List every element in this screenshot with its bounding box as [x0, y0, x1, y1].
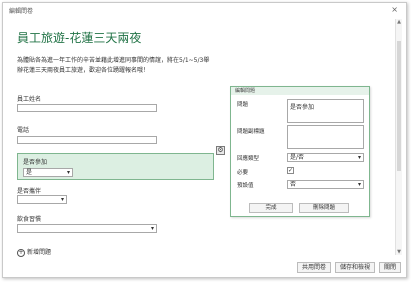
subtitle-input[interactable] — [287, 125, 364, 149]
done-button[interactable]: 完成 — [249, 203, 293, 213]
scrollbar[interactable]: ▲ ▼ — [395, 19, 402, 255]
close-button[interactable]: 關閉 — [379, 262, 401, 273]
chevron-down-icon: ▾ — [66, 169, 70, 176]
response-type-label: 回應類型 — [237, 156, 260, 162]
save-and-view-button[interactable]: 儲存和檢視 — [335, 262, 375, 273]
diet-label: 飲食習慣 — [17, 216, 42, 223]
titlebar: 編輯問卷 × — [3, 3, 406, 17]
plus-icon: + — [17, 248, 25, 257]
chevron-down-icon: ▾ — [150, 225, 154, 232]
attend-select[interactable]: 是 ▾ — [23, 168, 73, 177]
attend-label: 是否參加 — [23, 159, 48, 166]
default-value-value: 否 — [290, 181, 297, 188]
question-editor-panel: 編輯問題 問題 是否參加 問題副標題 回應類型 是/否 ▾ 必要 ✓ 預設值 否… — [230, 86, 370, 217]
employee-name-input[interactable] — [17, 104, 157, 112]
phone-label: 電話 — [17, 127, 30, 134]
question-label: 問題 — [237, 102, 249, 108]
editor-header: 編輯問題 — [231, 87, 369, 95]
share-survey-button[interactable]: 共用問卷 — [297, 262, 331, 273]
survey-description: 為體貼各為進一年工作的辛苦並藉此增進同事間的情誼，將在5/1~5/3舉辦花蓮三天… — [17, 57, 210, 74]
required-checkbox[interactable]: ✓ — [287, 167, 294, 174]
question-text-input[interactable]: 是否參加 — [287, 99, 364, 123]
phone-input[interactable] — [17, 136, 157, 144]
chevron-down-icon: ▾ — [357, 154, 361, 161]
default-value-label: 預設值 — [237, 183, 254, 189]
subtitle-label: 問題副標題 — [237, 129, 265, 135]
add-question-label: 新增問題 — [27, 249, 52, 256]
scroll-down-icon[interactable]: ▼ — [396, 249, 402, 255]
delete-question-button[interactable]: 刪除問題 — [299, 203, 349, 213]
gear-icon[interactable]: ⚙ — [216, 146, 225, 155]
chevron-down-icon: ▾ — [60, 196, 64, 203]
edit-survey-dialog: 編輯問卷 × 員工旅遊-花蓮三天兩夜 為體貼各為進一年工作的辛苦並藉此增進同事間… — [2, 2, 407, 278]
close-icon[interactable]: × — [391, 5, 398, 14]
diet-select[interactable]: ▾ — [17, 224, 157, 233]
attend-select-value: 是 — [26, 169, 33, 176]
window-title: 編輯問卷 — [9, 8, 34, 15]
add-question-button[interactable]: + 新增問題 — [17, 247, 51, 257]
response-type-value: 是/否 — [290, 154, 305, 161]
selected-question-attend[interactable]: 是否參加 是 ▾ — [17, 153, 214, 180]
family-select[interactable]: ▾ — [17, 195, 67, 204]
chevron-down-icon: ▾ — [357, 181, 361, 188]
scroll-up-icon[interactable]: ▲ — [396, 19, 402, 25]
survey-title: 員工旅遊-花蓮三天兩夜 — [17, 31, 142, 45]
scrollbar-thumb[interactable] — [397, 41, 401, 171]
employee-name-label: 員工姓名 — [17, 96, 42, 103]
response-type-select[interactable]: 是/否 ▾ — [287, 153, 364, 162]
family-label: 是否攜伴 — [17, 188, 42, 195]
default-value-select[interactable]: 否 ▾ — [287, 180, 364, 189]
required-label: 必要 — [237, 170, 249, 176]
